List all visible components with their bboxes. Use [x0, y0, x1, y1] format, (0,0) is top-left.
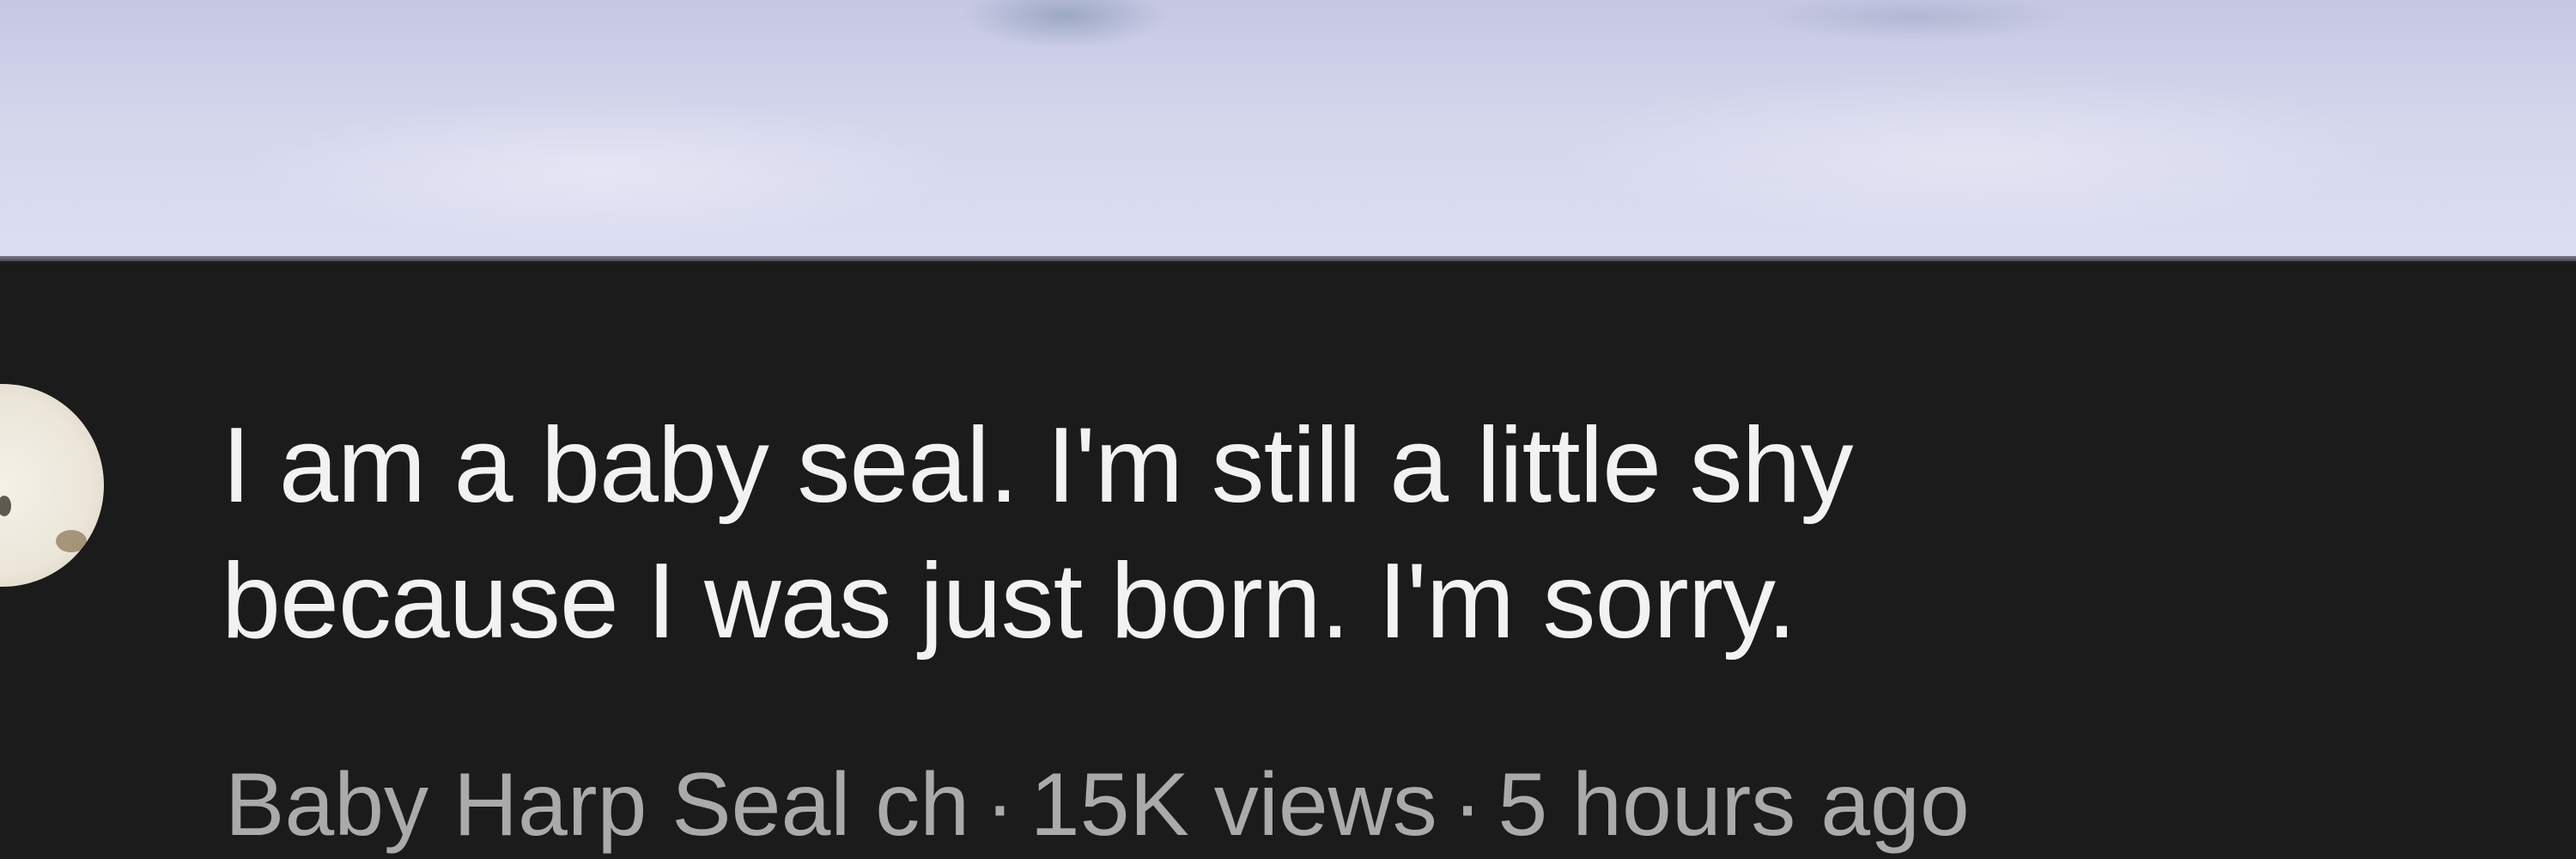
- upload-age: 5 hours ago: [1498, 755, 1970, 855]
- video-title[interactable]: I am a baby seal. I'm still a little shy…: [222, 398, 2540, 669]
- view-count: 15K views: [1030, 755, 1437, 855]
- video-byline: Baby Harp Seal ch · 15K views · 5 hours ago: [225, 749, 1970, 859]
- separator: ·: [1452, 755, 1483, 855]
- channel-name[interactable]: Baby Harp Seal ch: [225, 755, 969, 855]
- video-title-line-2: because I was just born. I'm sorry.: [222, 542, 1796, 661]
- separator: ·: [985, 755, 1015, 855]
- thumbnail-edge: [0, 256, 2576, 266]
- video-title-line-1: I am a baby seal. I'm still a little shy: [222, 406, 1853, 525]
- video-thumbnail[interactable]: [0, 0, 2576, 261]
- video-card[interactable]: I am a baby seal. I'm still a little shy…: [0, 0, 2576, 859]
- avatar-photo-detail: [56, 530, 87, 552]
- avatar-photo-detail: [0, 496, 11, 516]
